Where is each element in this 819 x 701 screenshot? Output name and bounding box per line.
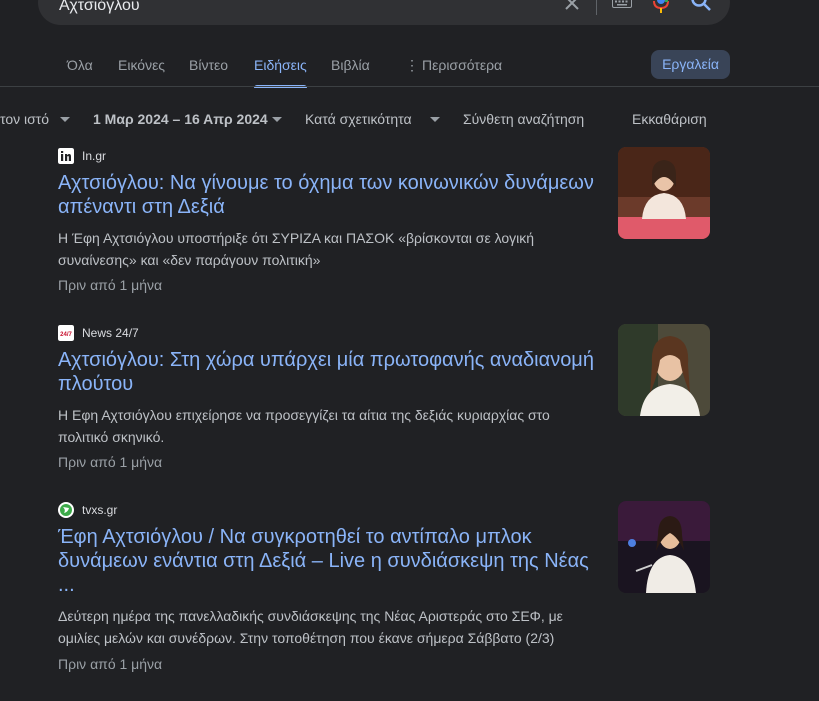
result-time: Πριν από 1 μήνα [58, 277, 163, 293]
filter-sort[interactable]: Κατά σχετικότητα [305, 111, 412, 127]
result-title-link[interactable]: Αχτσιόγλου: Να γίνουμε το όχημα των κοιν… [58, 171, 603, 219]
search-bar[interactable]: Αχτσιόγλου [38, 0, 730, 25]
news247-favicon-icon: 24/7 [58, 325, 74, 341]
search-divider [596, 0, 597, 15]
tools-filter-bar: τον ιστό 1 Μαρ 2024 – 16 Απρ 2024 Κατά σ… [0, 108, 819, 132]
result-title-link[interactable]: Αχτσιόγλου: Στη χώρα υπάρχει μία πρωτοφα… [58, 348, 603, 396]
in-gr-favicon-icon [58, 148, 74, 164]
result-thumbnail[interactable] [618, 324, 710, 416]
more-vert-icon: ⋮ [405, 57, 419, 73]
keyboard-icon[interactable] [612, 0, 632, 8]
tab-more-label: Περισσότερα [422, 57, 503, 73]
tools-button[interactable]: Εργαλεία [651, 50, 730, 79]
result-title-link[interactable]: Έφη Αχτσιόγλου / Να συγκροτηθεί το αντίπ… [58, 525, 603, 597]
search-tabs: Όλα Εικόνες Βίντεο Ειδήσεις Βιβλία ⋮ Περι… [0, 50, 819, 88]
search-input[interactable]: Αχτσιόγλου [59, 0, 140, 15]
tabs-divider [0, 86, 819, 87]
result-snippet: Δεύτερη ημέρα της πανελλαδικής συνδιάσκε… [58, 608, 563, 646]
close-icon[interactable] [562, 0, 582, 13]
filter-date-range[interactable]: 1 Μαρ 2024 – 16 Απρ 2024 [93, 111, 268, 127]
tvxs-favicon-icon [58, 502, 74, 518]
news-result: In.gr Αχτσιόγλου: Να γίνουμε το όχημα τω… [58, 147, 718, 293]
news-result: 24/7 News 24/7 Αχτσιόγλου: Στη χώρα υπάρ… [58, 324, 718, 470]
result-source-name: tvxs.gr [82, 503, 118, 517]
chevron-down-icon[interactable] [430, 117, 440, 122]
result-time: Πριν από 1 μήνα [58, 454, 163, 470]
chevron-down-icon[interactable] [60, 117, 70, 122]
tab-videos[interactable]: Βίντεο [189, 57, 228, 73]
search-icon[interactable] [690, 0, 712, 12]
tab-more[interactable]: ⋮ Περισσότερα [405, 57, 502, 74]
result-thumbnail[interactable] [618, 501, 710, 593]
advanced-search-link[interactable]: Σύνθετη αναζήτηση [463, 111, 584, 127]
news247-favicon-text: 24/7 [60, 332, 72, 338]
result-snippet: Η Έφη Αχτσιόγλου υποστήριξε ότι ΣΥΡΙΖΑ κ… [58, 230, 535, 268]
microphone-icon[interactable] [653, 0, 669, 14]
tab-news[interactable]: Ειδήσεις [254, 57, 307, 88]
result-snippet: Η Εφη Αχτσιόγλου επιχείρησε να προσεγγίζ… [58, 407, 550, 445]
result-source-name: News 24/7 [82, 326, 139, 340]
chevron-down-icon[interactable] [272, 117, 282, 122]
news-result: tvxs.gr Έφη Αχτσιόγλου / Να συγκροτηθεί … [58, 501, 718, 672]
result-time: Πριν από 1 μήνα [58, 656, 163, 672]
filter-site[interactable]: τον ιστό [0, 111, 49, 127]
clear-filters-link[interactable]: Εκκαθάριση [632, 111, 707, 127]
result-thumbnail[interactable] [618, 147, 710, 239]
tab-images[interactable]: Εικόνες [118, 57, 165, 73]
result-source-name: In.gr [82, 149, 107, 163]
tab-all[interactable]: Όλα [67, 57, 93, 73]
tab-books[interactable]: Βιβλία [331, 57, 370, 73]
